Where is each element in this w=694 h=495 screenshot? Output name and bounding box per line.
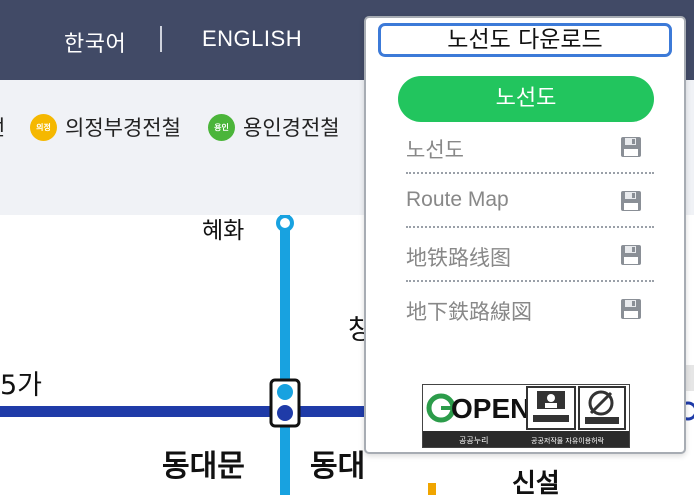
line-chip-yongin[interactable]: 용인 용인경전철 — [208, 112, 340, 142]
line4-track — [280, 215, 290, 495]
station-label-dongdaemun: 동대문 — [162, 449, 245, 484]
download-panel-title[interactable]: 노선도 다운로드 — [378, 23, 672, 57]
route-map-view-button[interactable]: 노선도 — [398, 76, 654, 122]
line-chip-label: 용인경전철 — [243, 116, 340, 140]
line-chip-label: 선 — [0, 112, 5, 142]
download-item-korean[interactable]: 노선도 — [406, 126, 654, 174]
download-item-label: 노선도 — [406, 138, 464, 162]
license-caption-right: 공공저작물 자유이용허락 — [531, 436, 605, 445]
line-chip-partial[interactable]: 선 — [0, 112, 5, 142]
lang-divider — [160, 26, 162, 52]
uijeongbu-badge-icon: 의정 — [30, 113, 57, 141]
line-chip-uijeongbu[interactable]: 의정 의정부경전철 — [30, 112, 181, 142]
line1-station-dot — [277, 405, 293, 421]
hyehwa-station-marker[interactable] — [276, 215, 294, 232]
yongin-badge-icon: 용인 — [208, 113, 235, 141]
download-item-japanese[interactable]: 地下鉄路線図 — [406, 288, 654, 334]
download-item-chinese[interactable]: 地铁路线图 — [406, 234, 654, 282]
open-logo-text: OPEN — [451, 393, 530, 424]
line-partial-track — [428, 483, 436, 495]
lang-english-link[interactable]: ENGLISH — [202, 26, 302, 52]
download-item-label: Route Map — [406, 188, 509, 211]
station-label-hyehwa: 혜화 — [202, 218, 245, 244]
license-caption-left: 공공누리 — [459, 436, 488, 445]
download-item-english[interactable]: Route Map — [406, 180, 654, 228]
route-map-download-panel: 노선도 다운로드 노선도 노선도 Route Map 地铁路线图 地下鉄路線図 — [364, 16, 686, 454]
lang-korean-link[interactable]: 한국어 — [64, 26, 126, 58]
floppy-disk-icon — [621, 245, 641, 265]
station-label-dongdaemun-partial: 동대 — [310, 449, 366, 484]
kogl-logo: OPEN 공공누리 공공저작물 자유이용허락 — [423, 385, 629, 447]
line4-station-dot — [277, 384, 293, 400]
floppy-disk-icon — [621, 299, 641, 319]
floppy-disk-icon — [621, 137, 641, 157]
download-item-label: 地铁路线图 — [406, 246, 511, 270]
station-label-jongno5ga: 5가 — [0, 370, 43, 401]
download-item-label: 地下鉄路線図 — [406, 300, 532, 324]
floppy-disk-icon — [621, 191, 641, 211]
line-chip-label: 의정부경전철 — [65, 116, 181, 140]
kogl-open-license-badge: OPEN 공공누리 공공저작물 자유이용허락 — [422, 384, 630, 448]
station-label-sinseol-partial: 신설 — [512, 469, 560, 495]
